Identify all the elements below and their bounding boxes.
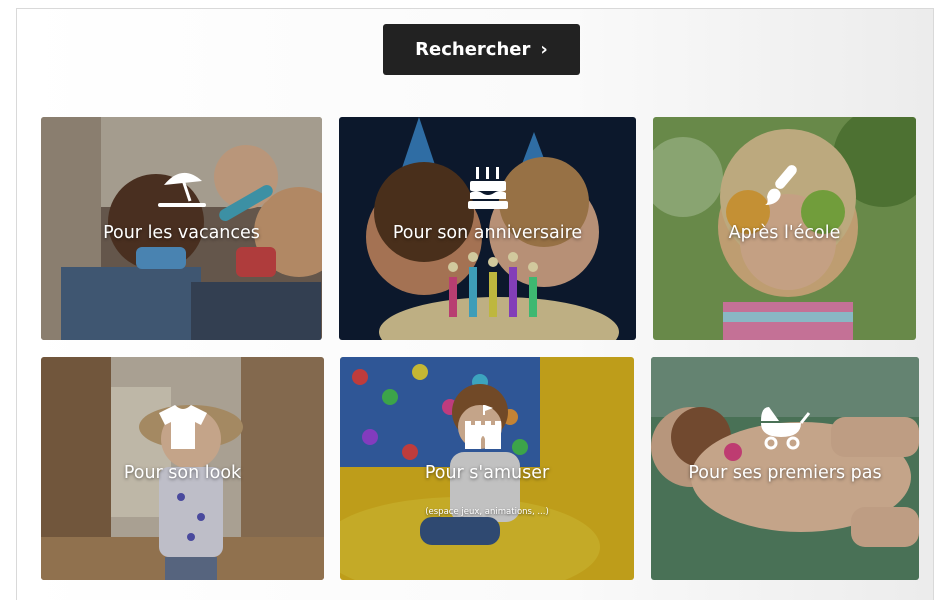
paintbrush-icon	[764, 165, 797, 205]
card-label: Pour son look	[123, 463, 242, 483]
baby-stroller-icon	[761, 407, 811, 450]
card-label: Pour son anniversaire	[392, 223, 583, 243]
birthday-cake-icon	[467, 167, 508, 209]
card-label: Après l'école	[728, 223, 841, 243]
search-button-label: Rechercher	[415, 39, 531, 60]
card-label: Pour ses premiers pas	[688, 463, 882, 483]
card-label: Pour s'amuser	[424, 463, 550, 483]
card-sublabel: (espace jeux, animations, ...)	[425, 507, 549, 517]
beach-umbrella-icon	[157, 172, 206, 207]
tshirt-icon	[158, 405, 207, 449]
card-amuser[interactable]: Pour s'amuser (espace jeux, animations, …	[340, 357, 634, 580]
card-look[interactable]: Pour son look	[41, 357, 324, 580]
card-vacances[interactable]: Pour les vacances	[41, 117, 322, 340]
chevron-right-icon: ›	[540, 39, 548, 60]
card-label: Pour les vacances	[103, 223, 260, 243]
card-premiers-pas[interactable]: Pour ses premiers pas	[651, 357, 919, 580]
search-button[interactable]: Rechercher ›	[383, 24, 580, 75]
castle-icon	[465, 405, 501, 449]
card-apres-ecole[interactable]: Après l'école	[653, 117, 916, 340]
card-anniversaire[interactable]: Pour son anniversaire	[339, 117, 636, 340]
